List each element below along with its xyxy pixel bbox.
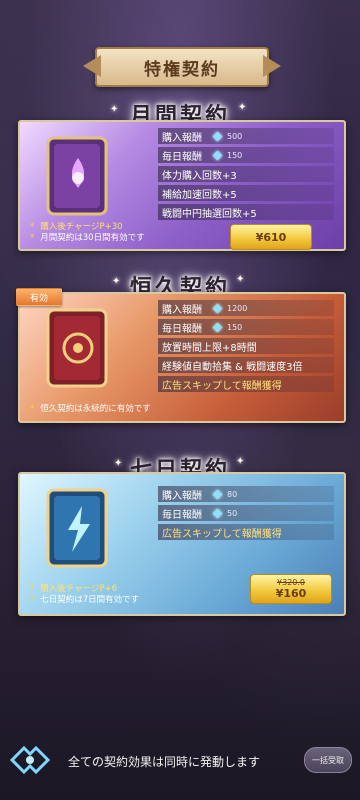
row-ad-skip: 広告スキップして報酬獲得 bbox=[158, 524, 334, 540]
old-price: ¥320.0 bbox=[277, 578, 305, 587]
sparkle-icon: ✦ bbox=[236, 456, 245, 467]
golden-book-icon bbox=[46, 308, 108, 388]
contract-logo-icon bbox=[9, 745, 51, 775]
gem-icon bbox=[212, 489, 223, 499]
monthly-contract-card[interactable]: 購入報酬 500 毎日報酬 150 体力購入回数+3 補給加速回数+5 戦闘中円抽選… bbox=[18, 120, 346, 251]
gem-icon bbox=[212, 508, 223, 518]
gem-icon bbox=[212, 131, 223, 141]
row-stamina: 体力購入回数+3 bbox=[158, 166, 334, 182]
page-title-banner: 特権契約 bbox=[95, 47, 269, 87]
monthly-note: * 購入後チャージP+30 * 月間契約は30日間有効です bbox=[30, 222, 145, 243]
sparkle-icon: ✦ bbox=[114, 458, 123, 469]
gem-icon bbox=[212, 303, 223, 313]
gem-icon bbox=[212, 150, 223, 160]
row-purchase-reward: 購入報酬 500 bbox=[158, 128, 334, 144]
weekly-buy-button[interactable]: ¥320.0 ¥160 bbox=[250, 574, 332, 604]
page-title: 特権契約 bbox=[144, 59, 220, 80]
row-idle-limit: 放置時間上限+8時間 bbox=[158, 338, 334, 354]
permanent-note: * 恒久契約は永続的に有効です bbox=[30, 404, 151, 414]
row-supply: 補給加速回数+5 bbox=[158, 185, 334, 201]
row-daily-reward: 毎日報酬 150 bbox=[158, 147, 334, 163]
footer-bar: 全ての契約効果は同時に発動します 一括受取 bbox=[0, 735, 360, 785]
sparkle-icon: ✦ bbox=[112, 276, 121, 287]
sparkle-icon: ✦ bbox=[110, 104, 119, 115]
row-daily-reward: 毎日報酬 150 bbox=[158, 319, 334, 335]
row-ad-skip: 広告スキップして報酬獲得 bbox=[158, 376, 334, 392]
claim-all-button[interactable]: 一括受取 bbox=[304, 747, 352, 773]
row-daily-reward: 毎日報酬 50 bbox=[158, 505, 334, 521]
row-purchase-reward: 購入報酬 80 bbox=[158, 486, 334, 502]
crystal-book-icon bbox=[46, 488, 108, 568]
gem-icon bbox=[212, 322, 223, 332]
sparkle-icon: ✦ bbox=[236, 274, 245, 285]
sparkle-icon: ✦ bbox=[238, 102, 247, 113]
footer-message: 全ての契約効果は同時に発動します bbox=[68, 755, 261, 769]
permanent-contract-card[interactable]: 有効 購入報酬 1200 毎日報酬 150 放置時間上限+8時間 経験値自動拾集 &… bbox=[16, 288, 346, 423]
monthly-buy-button[interactable]: ¥610 bbox=[230, 224, 312, 250]
row-purchase-reward: 購入報酬 1200 bbox=[158, 300, 334, 316]
weekly-contract-card[interactable]: 購入報酬 80 毎日報酬 50 広告スキップして報酬獲得 * 購入後チャージP+6 *… bbox=[18, 472, 346, 616]
price: ¥160 bbox=[275, 587, 307, 600]
spellbook-icon bbox=[46, 136, 108, 216]
weekly-note: * 購入後チャージP+6 * 七日契約は7日間有効です bbox=[30, 584, 140, 605]
row-auto-exp: 経験値自動拾集 & 戦闘速度3倍 bbox=[158, 357, 334, 373]
row-lottery: 戦闘中円抽選回数+5 bbox=[158, 204, 334, 220]
